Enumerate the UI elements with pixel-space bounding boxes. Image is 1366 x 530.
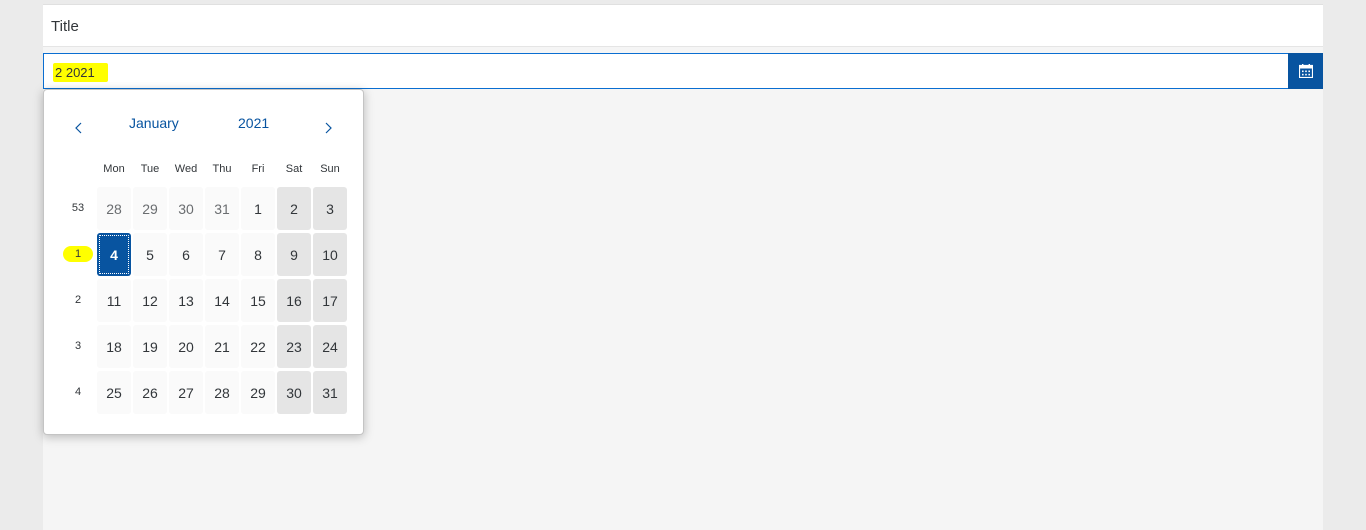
day-name: Tue [140,163,160,175]
week-number[interactable]: 3 [63,340,93,352]
week-number[interactable]: 2 [63,294,93,306]
calendar-day[interactable]: 29 [241,371,275,414]
chevron-right-icon [325,122,332,134]
calendar-day[interactable]: 17 [313,279,347,322]
calendar-day[interactable]: 26 [133,371,167,414]
calendar-icon [1298,64,1313,78]
calendar-day[interactable]: 19 [133,325,167,368]
calendar-day[interactable]: 21 [205,325,239,368]
calendar-day[interactable]: 27 [169,371,203,414]
calendar-day[interactable]: 23 [277,325,311,368]
calendar-day[interactable]: 11 [97,279,131,322]
week-number[interactable]: 1 [63,246,93,262]
calendar-day[interactable]: 2 [277,187,311,230]
calendar-day[interactable]: 18 [97,325,131,368]
calendar-day[interactable]: 28 [205,371,239,414]
calendar-day[interactable]: 15 [241,279,275,322]
day-name: Sun [320,163,340,175]
year-button[interactable]: 2021 [238,115,269,131]
day-name: Mon [103,163,125,175]
calendar-day[interactable]: 6 [169,233,203,276]
calendar-day[interactable]: 16 [277,279,311,322]
title-bar: Title [43,4,1323,47]
day-name: Wed [174,163,198,175]
calendar-day[interactable]: 24 [313,325,347,368]
calendar-day[interactable]: 10 [313,233,347,276]
calendar-day[interactable]: 3 [313,187,347,230]
calendar-button[interactable] [1288,53,1323,89]
calendar-day[interactable]: 13 [169,279,203,322]
day-name: Thu [212,163,232,175]
calendar-day[interactable]: 8 [241,233,275,276]
week-number[interactable]: 4 [63,386,93,398]
calendar-day[interactable]: 30 [277,371,311,414]
calendar-day-selected[interactable]: 4 [97,233,131,276]
calendar-day[interactable]: 5 [133,233,167,276]
calendar-day[interactable]: 1 [241,187,275,230]
calendar-day[interactable]: 29 [133,187,167,230]
prev-month-button[interactable] [71,120,87,136]
day-name: Fri [251,163,265,175]
calendar-day[interactable]: 31 [313,371,347,414]
calendar-day[interactable]: 30 [169,187,203,230]
calendar-day[interactable]: 31 [205,187,239,230]
page-title: Title [51,18,79,35]
month-button[interactable]: January [129,115,179,131]
calendar-day[interactable]: 20 [169,325,203,368]
calendar-day[interactable]: 7 [205,233,239,276]
calendar-day[interactable]: 28 [97,187,131,230]
next-month-button[interactable] [320,120,336,136]
calendar-popover: January 2021 Mon Tue Wed Thu Fri Sat Sun… [43,89,364,435]
week-number[interactable]: 53 [63,202,93,214]
calendar-day[interactable]: 9 [277,233,311,276]
day-name: Sat [285,163,303,175]
page: Title 2 2021 January 2021 Mon Tue Wed Th… [43,0,1323,530]
calendar-day[interactable]: 22 [241,325,275,368]
calendar-day[interactable]: 25 [97,371,131,414]
date-input-field[interactable]: 2 2021 [43,53,1323,89]
calendar-day[interactable]: 12 [133,279,167,322]
calendar-day[interactable]: 14 [205,279,239,322]
date-input-value[interactable]: 2 2021 [53,63,108,82]
chevron-left-icon [75,122,82,134]
